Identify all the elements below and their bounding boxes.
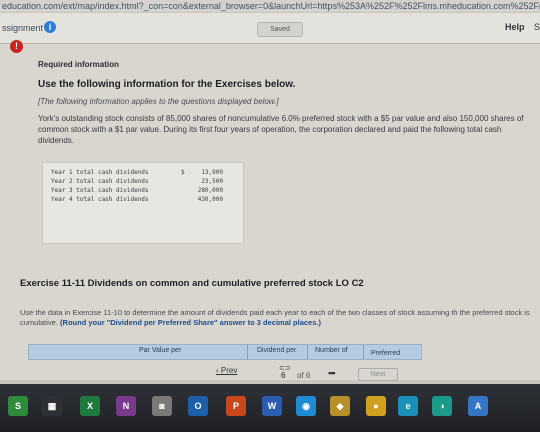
- dividend-label: Year 4 total cash dividends: [51, 196, 149, 203]
- dividend-value: 13,900: [201, 169, 223, 176]
- s-app-icon[interactable]: S: [8, 396, 28, 416]
- header-preferred: Preferred: [371, 350, 401, 357]
- header-number-of: Number of: [315, 347, 348, 354]
- grid-icon[interactable]: ▪▪▪: [328, 368, 336, 378]
- assignment-header: ssignment i Saved Help S: [0, 13, 540, 44]
- header-divider: [247, 345, 248, 359]
- current-page-select[interactable]: 6: [281, 371, 285, 380]
- next-button[interactable]: Next: [358, 368, 398, 381]
- photos-icon[interactable]: ◙: [152, 396, 172, 416]
- page-total: of 6: [297, 371, 311, 380]
- url-bar[interactable]: education.com/ext/map/index.html?_con=co…: [0, 0, 540, 12]
- prev-button[interactable]: ‹ Prev: [216, 366, 237, 375]
- header-dividend-per: Dividend per: [257, 347, 297, 354]
- dividend-table: Year 1 total cash dividends $ 13,900 Yea…: [42, 162, 244, 244]
- instruction-heading: Use the following information for the Ex…: [38, 79, 296, 90]
- answer-table-header: Par Value per Dividend per Number of Pre…: [28, 344, 422, 360]
- dividend-value: 23,500: [201, 178, 223, 185]
- chrome-icon[interactable]: ●: [366, 396, 386, 416]
- browser-icon[interactable]: ◉: [296, 396, 316, 416]
- word-icon[interactable]: W: [262, 396, 282, 416]
- onenote-icon[interactable]: N: [116, 396, 136, 416]
- windows-icon[interactable]: ▦: [42, 396, 62, 416]
- dividend-value: 430,000: [197, 196, 223, 203]
- header-extra-glyph: S: [534, 22, 540, 32]
- exercise-instructions: Use the data in Exercise 11-10 to determ…: [20, 308, 540, 328]
- gold-app-icon[interactable]: ◆: [330, 396, 350, 416]
- prev-label: Prev: [220, 366, 238, 375]
- taskbar: S ▦ X N ◙ O P W ◉ ◆ ● e ◑ A: [0, 384, 540, 432]
- header-divider: [307, 345, 308, 359]
- dividend-label: Year 3 total cash dividends: [51, 187, 149, 194]
- header-divider: [363, 345, 364, 359]
- required-info-heading: Required information: [38, 60, 119, 69]
- rounding-note: (Round your "Dividend per Preferred Shar…: [60, 318, 321, 327]
- alert-icon: !: [10, 40, 23, 53]
- assignment-label: ssignment: [2, 23, 44, 33]
- help-link[interactable]: Help: [505, 22, 525, 32]
- info-icon[interactable]: i: [44, 21, 56, 33]
- dividend-currency: $: [181, 169, 185, 176]
- dividend-value: 280,000: [197, 187, 223, 194]
- saved-button[interactable]: Saved: [257, 22, 303, 37]
- dividend-label: Year 2 total cash dividends: [51, 178, 149, 185]
- edge-icon[interactable]: e: [398, 396, 418, 416]
- header-par-value: Par Value per: [139, 347, 182, 354]
- outlook-icon[interactable]: O: [188, 396, 208, 416]
- pagination: ‹ Prev ⊂⊃ 6 of 6 ▪▪▪ Next: [0, 364, 540, 381]
- teal-app-icon[interactable]: ◑: [432, 396, 452, 416]
- excel-icon[interactable]: X: [80, 396, 100, 416]
- instruction-note: [The following information applies to th…: [38, 97, 279, 106]
- exercise-title: Exercise 11-11 Dividends on common and c…: [20, 278, 364, 289]
- problem-text: York's outstanding stock consists of 85,…: [38, 114, 524, 145]
- dividend-label: Year 1 total cash dividends: [51, 169, 149, 176]
- powerpoint-icon[interactable]: P: [226, 396, 246, 416]
- autodesk-icon[interactable]: A: [468, 396, 488, 416]
